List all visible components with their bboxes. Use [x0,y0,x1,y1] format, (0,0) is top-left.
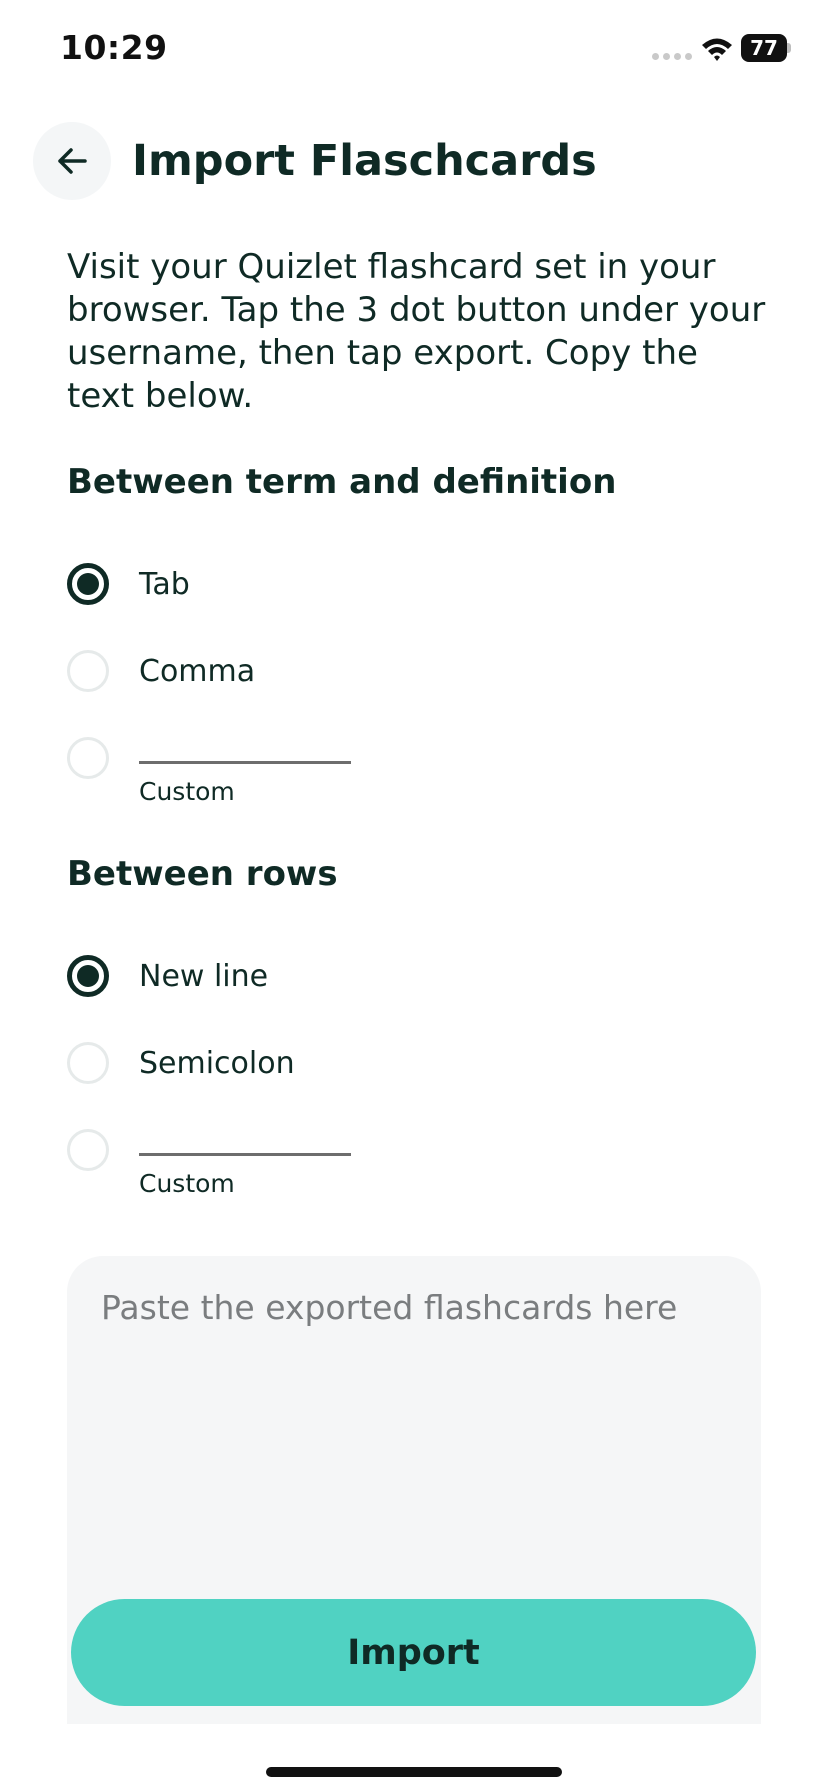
radio-custom-term[interactable] [67,737,109,779]
instructions-text: Visit your Quizlet flashcard set in your… [67,247,766,416]
option-label: Tab [139,566,190,602]
option-label: Semicolon [139,1045,295,1081]
row-separator-heading: Between rows [67,854,338,894]
radio-custom-row[interactable] [67,1129,109,1171]
status-bar: 10:29 77 [0,0,828,100]
page-title: Import Flaschcards [132,136,597,186]
option-label: Comma [139,653,256,689]
wifi-icon [702,38,732,61]
custom-row-separator-input[interactable] [139,1129,351,1156]
custom-caption: Custom [139,1169,235,1198]
battery-level: 77 [741,34,787,62]
battery-icon: 77 [741,34,791,64]
radio-comma[interactable] [67,650,109,692]
custom-term-separator-input[interactable] [139,737,351,764]
radio-tab[interactable] [67,563,109,605]
home-indicator [266,1767,562,1777]
row-separator-option-semicolon[interactable]: Semicolon [67,1038,295,1088]
option-label: New line [139,958,269,994]
cellular-signal-icon [652,53,692,60]
radio-semicolon[interactable] [67,1042,109,1084]
import-button[interactable]: Import [71,1599,756,1706]
radio-new-line[interactable] [67,955,109,997]
row-separator-option-new-line[interactable]: New line [67,951,268,1001]
custom-caption: Custom [139,777,235,806]
status-time: 10:29 [60,28,168,67]
term-separator-option-comma[interactable]: Comma [67,646,255,696]
back-button[interactable] [33,122,111,200]
paste-flashcards-input[interactable] [101,1288,721,1588]
term-separator-option-tab[interactable]: Tab [67,559,190,609]
term-separator-heading: Between term and definition [67,462,617,502]
arrow-left-icon [58,148,87,174]
